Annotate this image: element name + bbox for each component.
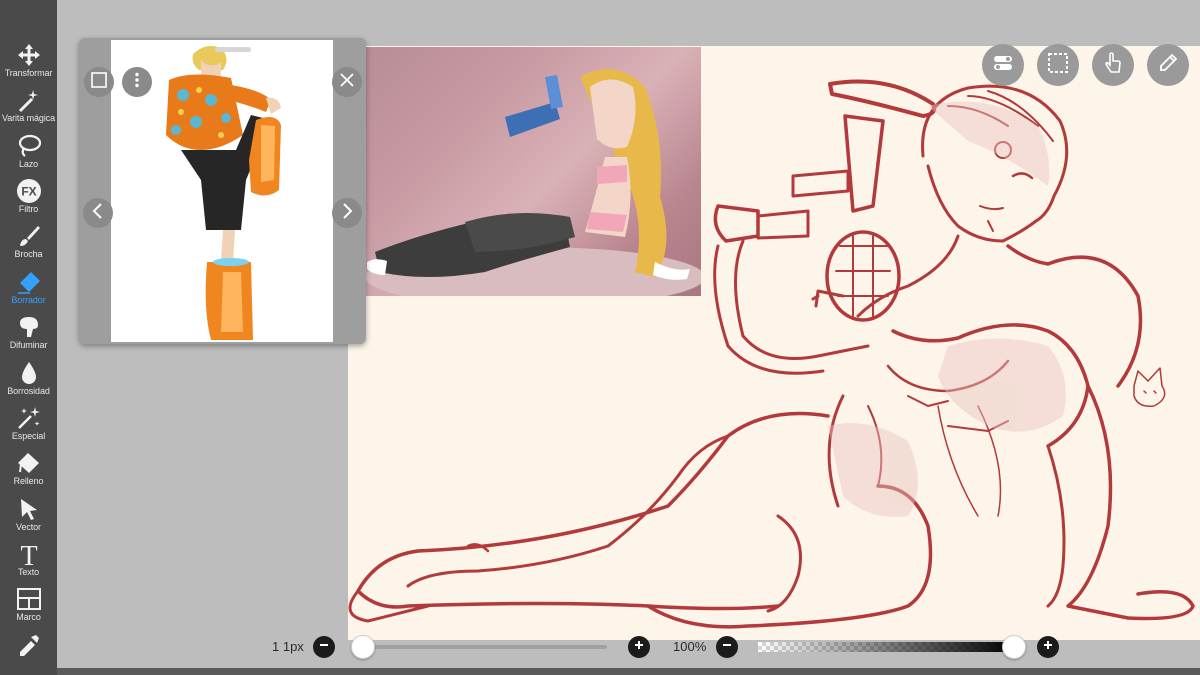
tool-label: Borrosidad — [7, 385, 50, 396]
more-options-button[interactable] — [122, 67, 152, 97]
opacity-slider-knob[interactable] — [1002, 635, 1026, 659]
minus-icon — [318, 638, 330, 656]
close-reference-button[interactable] — [332, 67, 362, 97]
tool-filter[interactable]: FX Filtro — [0, 176, 57, 221]
fx-icon: FX — [14, 176, 44, 206]
blur-drop-icon — [14, 358, 44, 388]
dashed-square-icon — [1046, 51, 1070, 80]
layer-toggle-button[interactable] — [982, 44, 1024, 86]
square-icon — [90, 71, 108, 94]
tool-smudge[interactable]: Difuminar — [0, 312, 57, 357]
touch-mode-button[interactable] — [1092, 44, 1134, 86]
tool-label: Relleno — [13, 476, 44, 487]
tool-sidebar: Transformar Varita mágica Lazo FX Filtro… — [0, 0, 57, 675]
text-icon: T — [14, 539, 44, 569]
tool-frame[interactable]: Marco — [0, 584, 57, 629]
magic-wand-icon — [14, 85, 44, 115]
previous-reference-button[interactable] — [83, 198, 113, 228]
tool-fill[interactable]: Relleno — [0, 448, 57, 493]
toggle-icon — [991, 51, 1015, 80]
tool-eyedropper[interactable] — [0, 630, 57, 675]
chevron-right-icon — [338, 202, 356, 225]
text-glyph: T — [20, 541, 37, 567]
lasso-icon — [14, 131, 44, 161]
tool-blur[interactable]: Borrosidad — [0, 358, 57, 403]
brush-size-increase-button[interactable] — [628, 636, 650, 658]
fill-bucket-icon — [14, 448, 44, 478]
eyedropper-icon — [14, 630, 44, 660]
move-arrows-icon — [14, 40, 44, 70]
tool-label: Filtro — [18, 204, 39, 215]
hand-pointer-icon — [1101, 51, 1125, 80]
fit-frame-button[interactable] — [84, 67, 114, 97]
smudge-icon — [14, 312, 44, 342]
tool-vector[interactable]: Vector — [0, 494, 57, 539]
plus-icon — [1042, 638, 1054, 656]
tool-label: Difuminar — [9, 340, 48, 351]
brush-size-decrease-button[interactable] — [313, 636, 335, 658]
selection-button[interactable] — [1037, 44, 1079, 86]
next-reference-button[interactable] — [332, 198, 362, 228]
tool-lasso[interactable]: Lazo — [0, 131, 57, 176]
tool-label: Borrador — [11, 294, 46, 305]
tool-eraser[interactable]: Borrador — [0, 267, 57, 312]
reference-photo — [365, 47, 701, 296]
tool-transform[interactable]: Transformar — [0, 40, 57, 85]
tool-brush[interactable]: Brocha — [0, 221, 57, 266]
reference-window[interactable] — [79, 38, 366, 344]
tool-label: Vector — [16, 521, 41, 532]
opacity-increase-button[interactable] — [1037, 636, 1059, 658]
tool-label: Transformar — [4, 68, 53, 78]
minus-icon — [721, 638, 733, 656]
tool-label: Especial — [11, 430, 46, 441]
opacity-slider[interactable] — [758, 642, 1014, 652]
close-icon — [338, 71, 356, 94]
brush-size-slider[interactable] — [363, 645, 607, 649]
vertical-dots-icon — [128, 71, 146, 94]
tool-label: Varita mágica — [1, 113, 56, 124]
bottom-edge — [57, 668, 1200, 675]
tool-label: Lazo — [18, 158, 39, 169]
brush-size-readout: 1 1px — [272, 639, 304, 654]
drag-handle[interactable] — [215, 47, 251, 52]
plus-icon — [633, 638, 645, 656]
tool-label: Texto — [17, 566, 39, 577]
sparkle-icon — [14, 403, 44, 433]
frame-icon — [14, 584, 44, 614]
tool-label: Marco — [16, 612, 41, 623]
pencil-icon — [1156, 51, 1180, 80]
eraser-icon — [14, 267, 44, 297]
tool-label: Brocha — [14, 249, 43, 260]
opacity-decrease-button[interactable] — [716, 636, 738, 658]
zoom-readout: 100% — [673, 639, 707, 654]
tool-special[interactable]: Especial — [0, 403, 57, 448]
brush-size-slider-knob[interactable] — [351, 635, 375, 659]
pen-settings-button[interactable] — [1147, 44, 1189, 86]
tool-text[interactable]: T Texto — [0, 539, 57, 584]
tool-magic-wand[interactable]: Varita mágica — [0, 85, 57, 130]
brush-icon — [14, 221, 44, 251]
fx-glyph: FX — [21, 185, 36, 199]
figure-photo-image — [365, 69, 701, 296]
chevron-left-icon — [89, 202, 107, 225]
cursor-arrow-icon — [14, 494, 44, 524]
